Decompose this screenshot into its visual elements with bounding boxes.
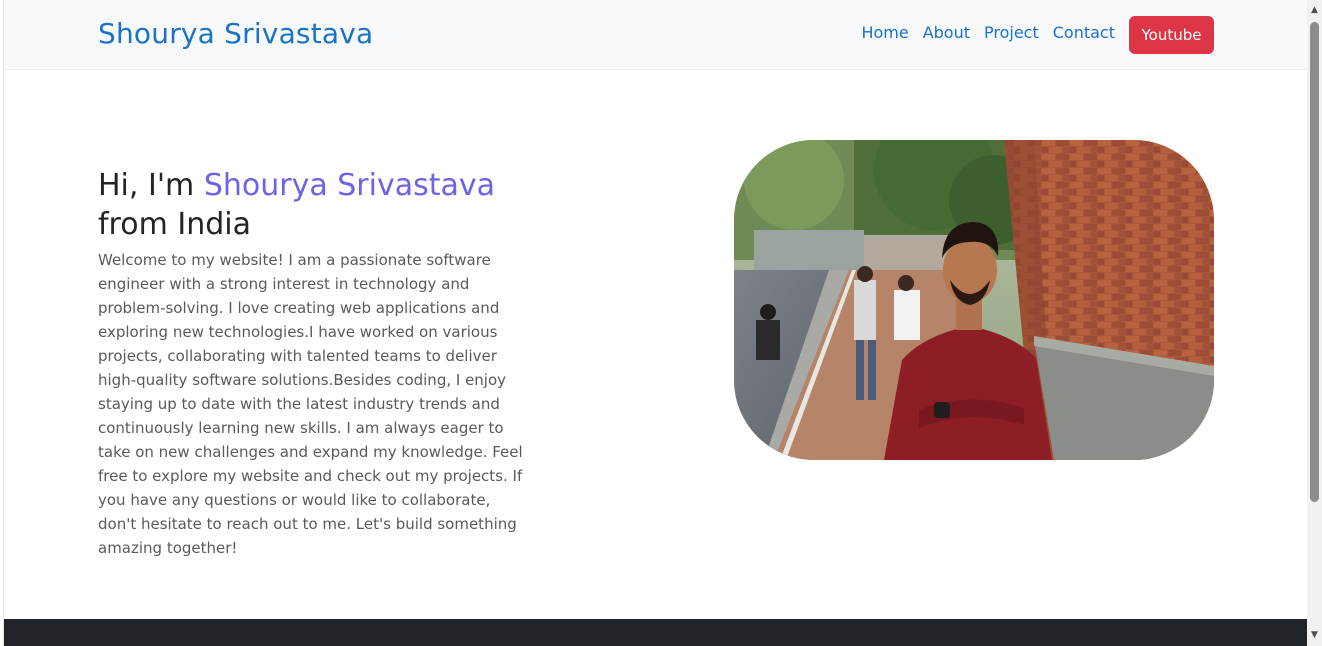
- scroll-thumb[interactable]: [1310, 22, 1319, 502]
- hero-title: Hi, I'm Shourya Srivastava from India: [98, 166, 528, 244]
- brand-link[interactable]: Shourya Srivastava: [98, 17, 373, 50]
- hero-name: Shourya Srivastava: [203, 168, 496, 203]
- nav-link-home[interactable]: Home: [854, 23, 915, 42]
- profile-photo: [734, 140, 1214, 460]
- page: Shourya Srivastava Home About Project Co…: [0, 0, 1322, 646]
- viewport-edge: [0, 0, 4, 646]
- scrollbar[interactable]: ▲ ▼: [1307, 0, 1322, 646]
- nav-link-project[interactable]: Project: [977, 23, 1046, 42]
- triangle-up-icon[interactable]: ▲: [1307, 2, 1322, 18]
- hero-greeting: Hi, I'm: [98, 168, 204, 203]
- hero-section: Hi, I'm Shourya Srivastava from India Wel…: [98, 166, 528, 560]
- nav-links: Home About Project Contact Youtube: [854, 16, 1214, 54]
- hero-origin: from India: [98, 207, 251, 242]
- nav-link-contact[interactable]: Contact: [1046, 23, 1122, 42]
- nav-link-about[interactable]: About: [916, 23, 977, 42]
- navbar: Shourya Srivastava Home About Project Co…: [4, 0, 1307, 70]
- triangle-down-icon[interactable]: ▼: [1307, 627, 1322, 643]
- profile-photo-image: [734, 140, 1214, 460]
- footer: [4, 619, 1307, 646]
- hero-description: Welcome to my website! I am a passionate…: [98, 251, 523, 557]
- youtube-button[interactable]: Youtube: [1129, 16, 1214, 54]
